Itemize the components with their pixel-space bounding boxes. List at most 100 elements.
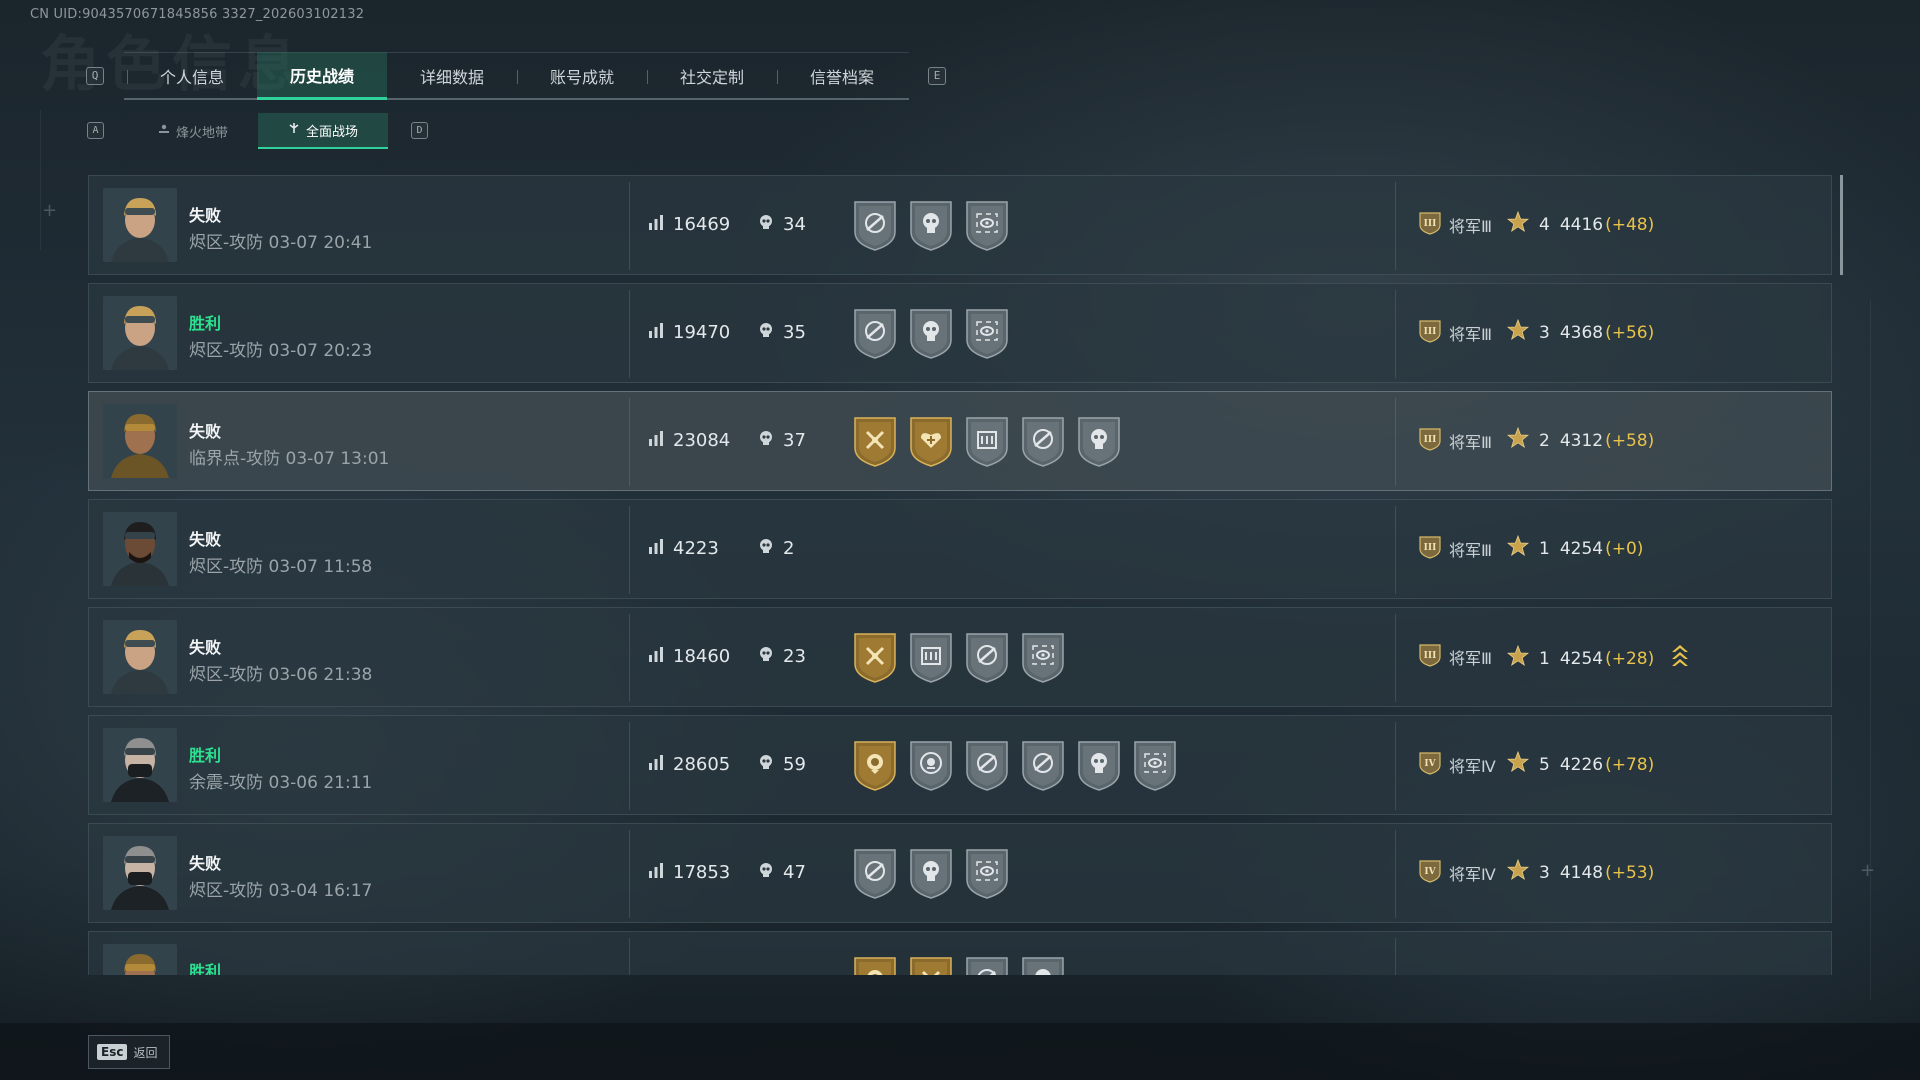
kills-value: 35 [783,322,806,343]
match-row[interactable]: 失败 烬区-攻防 03-07 11:58 4223 2 III 将军Ⅲ 1 4254 (+0) [88,499,1832,599]
back-button[interactable]: Esc 返回 [88,1035,170,1069]
match-result: 失败 [189,638,222,657]
silver-building-medal-icon[interactable] [963,414,1011,468]
match-row[interactable]: 胜利 余震-攻防 03-06 21:11 28605 59 IV 将军Ⅳ 5 4226 (+7… [88,715,1832,815]
decor-line [40,110,41,250]
silver-target-medal-icon[interactable] [907,738,955,792]
silver-wing-medal-icon[interactable] [851,198,899,252]
silver-skull-medal-icon[interactable] [907,306,955,360]
tab-4[interactable]: 账号成就 [517,52,647,100]
points-delta: (+48) [1605,214,1655,235]
silver-skull-medal-icon[interactable] [907,198,955,252]
gold-hammer-medal-icon[interactable] [907,954,955,975]
silver-eye-medal-icon[interactable] [1019,630,1067,684]
match-row[interactable]: 失败 烬区-攻防 03-04 16:17 17853 47 IV 将军Ⅳ 3 4148 (+5… [88,823,1832,923]
tab-6[interactable]: 信誉档案 [777,52,907,100]
map-and-time: 烬区-攻防 03-07 11:58 [189,557,373,577]
row-divider [1395,938,1396,975]
match-result: 失败 [189,422,222,441]
uid-label: CN UID:9043570671845856 3327_20260310213… [30,7,365,22]
tab-5[interactable]: 社交定制 [647,52,777,100]
silver-skull-medal-icon[interactable] [1075,414,1123,468]
subtab-label: 烽火地带 [175,125,228,141]
match-result: 失败 [189,854,222,873]
star-count: 5 [1539,754,1550,775]
kills-value: 59 [783,754,806,775]
silver-eye-medal-icon[interactable] [963,846,1011,900]
silver-skull-medal-icon[interactable] [1019,954,1067,975]
gold-hammer-medal-icon[interactable] [851,414,899,468]
rank-display: IV 将军Ⅳ [1417,859,1496,887]
silver-wing-medal-icon[interactable] [963,738,1011,792]
score-stat: 18460 [647,645,730,668]
gold-heart-medal-icon[interactable] [907,414,955,468]
star-icon [1506,426,1530,454]
score-value: 23084 [673,430,731,451]
match-row[interactable]: 失败 烬区-攻防 03-06 21:38 18460 23 III 将军Ⅲ 1 4254 (+… [88,607,1832,707]
gold-crest-medal-icon[interactable] [851,954,899,975]
score-chart-icon [647,213,665,236]
score-stat: 4223 [647,537,719,560]
svg-text:III: III [1424,219,1437,229]
match-row[interactable]: 失败 烬区-攻防 03-07 20:41 16469 34 III 将军Ⅲ 4 4416 (+… [88,175,1832,275]
skull-icon [757,213,775,236]
rank-points: 5 4226 (+78) [1506,750,1655,778]
star-count: 3 [1539,322,1550,343]
rank-iv-icon: IV [1417,859,1443,887]
row-divider [629,182,630,270]
star-icon [1506,750,1530,778]
match-result: 胜利 [189,746,222,765]
tab-2[interactable]: 历史战绩 [257,52,387,100]
kills-stat: 23 [757,645,806,668]
scrollbar-thumb[interactable] [1840,175,1843,275]
match-row[interactable]: 胜利 烬区-攻防 03-07 20:23 19470 35 III 将军Ⅲ 3 4368 (+… [88,283,1832,383]
gold-crest-medal-icon[interactable] [851,738,899,792]
score-value: 19470 [673,322,731,343]
silver-wing-medal-icon[interactable] [1019,414,1067,468]
tab-prev-key[interactable]: Q [86,67,104,85]
tab-1[interactable]: 个人信息 [127,52,257,100]
silver-skull-medal-icon[interactable] [1075,738,1123,792]
score-chart-icon [647,861,665,884]
tab-next-key[interactable]: E [928,67,946,85]
operator-avatar [103,728,177,802]
row-divider [629,938,630,975]
match-history-list[interactable]: 失败 烬区-攻防 03-07 20:41 16469 34 III 将军Ⅲ 4 4416 (+… [88,175,1832,975]
kills-stat: 59 [757,753,806,776]
subtab-prev-key[interactable]: A [87,122,104,139]
rank-points: 4 4416 (+48) [1506,210,1655,238]
points-delta: (+78) [1605,754,1655,775]
points-value: 4226 [1559,754,1604,775]
gold-hammer-medal-icon[interactable] [851,630,899,684]
silver-building-medal-icon[interactable] [907,630,955,684]
row-divider [629,722,630,810]
operator-avatar [103,512,177,586]
match-result: 失败 [189,530,222,549]
battlefield-icon [288,122,300,138]
silver-wing-medal-icon[interactable] [963,630,1011,684]
skull-icon [757,321,775,344]
svg-text:III: III [1424,543,1437,553]
silver-eye-medal-icon[interactable] [963,198,1011,252]
tab-3[interactable]: 详细数据 [387,52,517,100]
star-count: 3 [1539,862,1550,883]
map-and-time: 烬区-攻防 03-07 20:23 [189,341,373,361]
subtab-next-key[interactable]: D [411,122,428,139]
silver-wing-medal-icon[interactable] [851,306,899,360]
score-stat: 28605 [647,753,730,776]
subtab-1[interactable]: 烽火地带 [128,113,258,149]
silver-skull-medal-icon[interactable] [907,846,955,900]
silver-eye-medal-icon[interactable] [963,306,1011,360]
match-row[interactable]: 失败 临界点-攻防 03-07 13:01 23084 37 III 将军Ⅲ 2 4312(… [88,391,1832,491]
silver-wing-medal-icon[interactable] [851,846,899,900]
svg-text:III: III [1424,435,1437,445]
row-divider [629,830,630,918]
silver-wing-medal-icon[interactable] [1019,738,1067,792]
subtab-2[interactable]: 全面战场 [258,113,388,149]
rank-name: 将军Ⅳ [1449,865,1496,884]
skull-icon [757,645,775,668]
match-row[interactable]: 胜利 [88,931,1832,975]
silver-wing-medal-icon[interactable] [963,954,1011,975]
silver-eye-medal-icon[interactable] [1131,738,1179,792]
svg-text:III: III [1424,327,1437,337]
